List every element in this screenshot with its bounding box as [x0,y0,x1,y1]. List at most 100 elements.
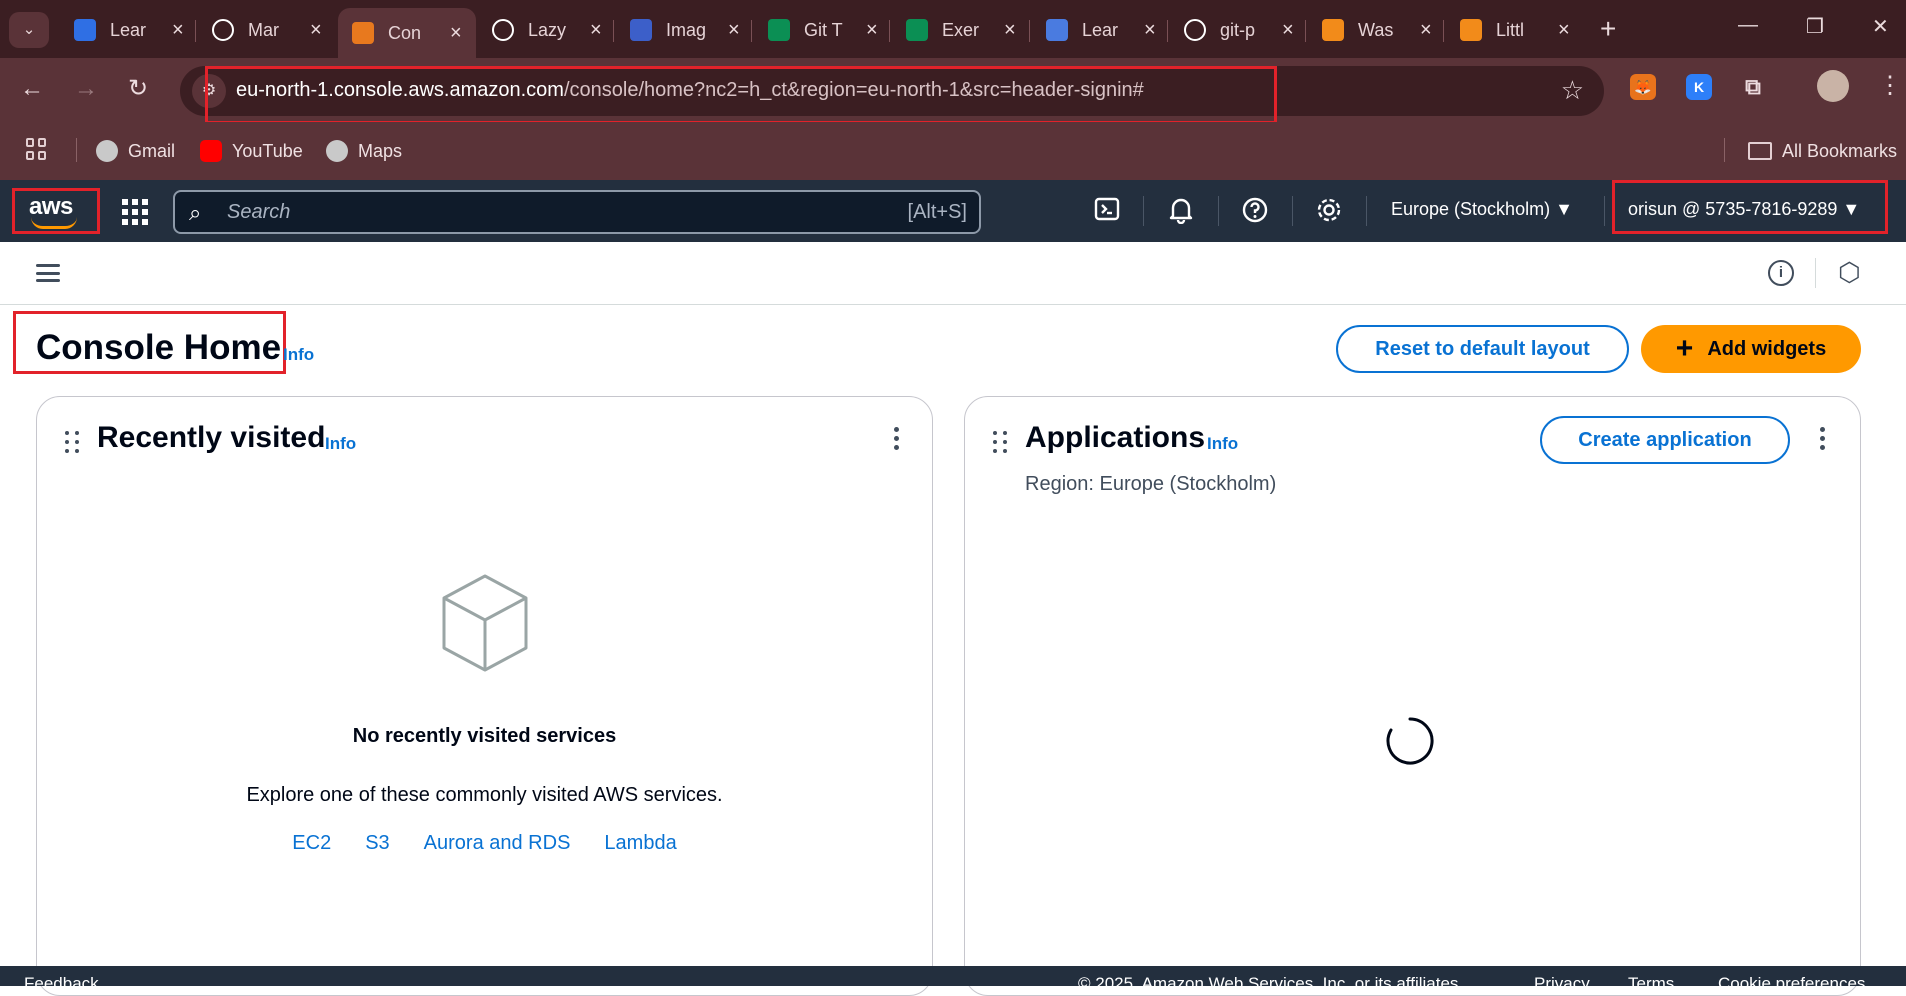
hexagon-settings-icon[interactable]: ⬡ [1838,257,1861,288]
tab-separator [751,20,752,42]
help-icon[interactable] [1241,196,1269,232]
card-options-icon[interactable] [1820,427,1826,450]
tab-search-button[interactable]: ⌄ [9,12,49,48]
reload-icon[interactable]: ↻ [128,74,148,104]
tab-close-icon[interactable]: × [1558,19,1570,42]
folder-icon [1748,142,1772,160]
cloudshell-icon[interactable] [1094,196,1120,230]
aws-logo[interactable]: aws [12,188,100,234]
browser-menu-icon[interactable]: ⋮ [1878,71,1902,100]
tab-close-icon[interactable]: × [866,19,878,42]
all-bookmarks[interactable]: All Bookmarks [1748,137,1897,165]
restore-icon[interactable]: ❐ [1806,14,1824,39]
profile-avatar[interactable] [1817,70,1849,102]
settings-gear-icon[interactable] [1315,196,1343,232]
card-info-link[interactable]: Info [1207,434,1238,454]
aws-search-input[interactable]: ⌕ Search [Alt+S] [173,190,981,234]
tab-close-icon[interactable]: × [310,19,322,42]
minimize-icon[interactable]: — [1738,14,1758,37]
tab[interactable]: Git T × [754,8,892,52]
browser-toolbar: ← → ↻ ⚙ eu-north-1.console.aws.amazon.co… [0,58,1906,122]
page-info-link[interactable]: Info [283,345,314,365]
forward-icon[interactable]: → [74,74,98,104]
drag-handle-icon[interactable] [65,431,79,453]
tab-title: Lear [110,19,147,40]
tab[interactable]: Littl × [1446,8,1584,52]
service-link-s3[interactable]: S3 [365,832,389,855]
w3-icon [768,19,790,41]
tab[interactable]: git-p × [1170,8,1308,52]
tab[interactable]: Con × [338,8,476,58]
site-info-icon[interactable]: ⚙ [192,74,226,108]
create-application-button[interactable]: Create application [1540,416,1790,464]
plus-icon: + [1675,332,1694,365]
nav-divider [1604,196,1605,226]
feedback-link[interactable]: Feedback [24,974,99,986]
card-options-icon[interactable] [894,427,900,450]
tab-title: Was [1358,19,1394,40]
youtube-icon [200,140,222,162]
applications-card: Applications Info Create application Reg… [964,396,1861,996]
aws-cube-icon [352,22,374,44]
service-link-lambda[interactable]: Lambda [604,832,676,855]
bookmark-maps[interactable]: Maps [326,137,402,165]
back-icon[interactable]: ← [20,74,44,104]
notifications-bell-icon[interactable] [1168,196,1194,232]
add-widgets-button[interactable]: + Add widgets [1641,325,1861,373]
account-menu[interactable]: orisun @ 5735-7816-9289 ▼ [1612,180,1888,234]
tab-close-icon[interactable]: × [1282,19,1294,42]
tab-separator [195,20,196,42]
copyright-text: © 2025, Amazon Web Services, Inc. or its… [1078,974,1464,986]
github-icon [212,19,234,41]
browser-tab-bar: ⌄ Lear × Mar × Con × Lazy × Imag × Git T × Exer × Lear… [0,0,1906,58]
tab[interactable]: Exer × [892,8,1030,52]
tab[interactable]: Was × [1308,8,1446,52]
extensions-puzzle-icon[interactable]: ⧉ [1740,74,1766,100]
all-bookmarks-label: All Bookmarks [1782,140,1898,161]
tab-close-icon[interactable]: × [728,19,740,42]
service-link-ec2[interactable]: EC2 [292,832,331,855]
reset-layout-button[interactable]: Reset to default layout [1336,325,1629,373]
tab-close-icon[interactable]: × [172,19,184,42]
url-text[interactable]: eu-north-1.console.aws.amazon.com/consol… [236,79,1144,102]
new-tab-button[interactable]: + [1600,14,1616,44]
info-panel-icon[interactable]: i [1768,260,1794,286]
tab[interactable]: Lazy × [478,8,616,52]
tab-close-icon[interactable]: × [1144,19,1156,42]
drag-handle-icon[interactable] [993,431,1007,453]
w3-icon [906,19,928,41]
globe-icon [96,140,118,162]
services-grid-icon[interactable] [122,199,148,225]
tab-separator [1443,20,1444,42]
bookmark-youtube[interactable]: YouTube [200,137,303,165]
cookie-preferences-link[interactable]: Cookie preferences [1718,974,1865,986]
tab-separator [889,20,890,42]
menu-hamburger-icon[interactable] [36,264,60,282]
nav-divider [1292,196,1293,226]
apps-grid-icon[interactable] [26,138,48,160]
diagram-icon [1046,19,1068,41]
recently-visited-card: Recently visited Info No recently visite… [36,396,933,996]
tab-title: Exer [942,19,980,40]
tab-close-icon[interactable]: × [1420,19,1432,42]
tab[interactable]: Imag × [616,8,754,52]
privacy-link[interactable]: Privacy [1534,974,1590,986]
tab[interactable]: Lear × [1032,8,1170,52]
metamask-extension-icon[interactable]: 🦊 [1630,74,1656,100]
terms-link[interactable]: Terms [1628,974,1674,986]
globe-icon [326,140,348,162]
search-icon: ⌕ [189,200,202,225]
service-link-aurora-rds[interactable]: Aurora and RDS [424,832,571,855]
card-info-link[interactable]: Info [325,434,356,454]
tab-close-icon[interactable]: × [590,19,602,42]
tab-close-icon[interactable]: × [450,22,462,45]
close-window-icon[interactable]: ✕ [1872,14,1889,39]
address-bar[interactable]: ⚙ eu-north-1.console.aws.amazon.com/cons… [180,66,1604,116]
region-selector[interactable]: Europe (Stockholm) ▼ [1391,199,1573,220]
bookmark-gmail[interactable]: Gmail [96,137,175,165]
tab-close-icon[interactable]: × [1004,19,1016,42]
k-extension-icon[interactable]: K [1686,74,1712,100]
tab[interactable]: Lear × [60,8,198,52]
bookmark-star-icon[interactable]: ☆ [1561,75,1584,106]
tab[interactable]: Mar × [198,8,336,52]
